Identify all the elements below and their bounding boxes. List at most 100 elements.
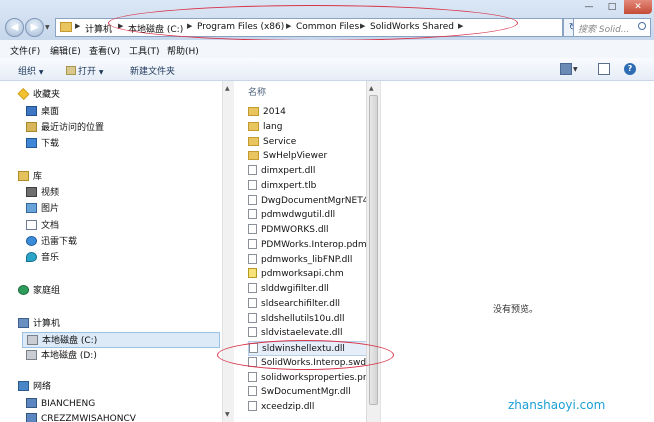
- preview-pane-toggle-icon[interactable]: [598, 63, 610, 75]
- file-highlight-circle: [217, 340, 394, 370]
- file-row[interactable]: xceedzip.dll: [248, 400, 380, 415]
- maximize-button[interactable]: □: [601, 0, 623, 14]
- forward-button[interactable]: ▶: [25, 18, 44, 37]
- folder-row[interactable]: Service: [248, 135, 380, 150]
- nav-item-downloads[interactable]: 下载: [26, 136, 59, 152]
- folder-icon: [248, 136, 259, 146]
- nav-item-videos[interactable]: 视频: [26, 185, 59, 201]
- computer-icon: [18, 318, 29, 328]
- file-name: PDMWorks.Interop.pdmwor: [261, 239, 380, 250]
- hard-disk-icon: [27, 335, 38, 345]
- hard-disk-icon: [26, 350, 37, 360]
- scroll-down-icon[interactable]: ▼: [225, 411, 230, 418]
- file-name: SwHelpViewer: [263, 151, 328, 162]
- nav-item-label: CREZZMWISAHONCV: [41, 414, 136, 422]
- file-icon: [248, 165, 257, 175]
- menu-file[interactable]: 文件(F): [10, 44, 40, 57]
- watermark-text: zhanshaoyi.com: [508, 398, 606, 412]
- nav-item-music[interactable]: 音乐: [26, 250, 59, 266]
- nav-item-label: 迅雷下载: [41, 237, 78, 247]
- menu-view[interactable]: 查看(V): [89, 44, 120, 57]
- file-name: dimxpert.tlb: [261, 180, 317, 191]
- open-button[interactable]: 打开 ▼: [66, 64, 104, 77]
- file-name: DwgDocumentMgrNET4.dll: [261, 195, 380, 206]
- search-placeholder: 搜索 Solid...: [578, 25, 630, 35]
- file-row[interactable]: DwgDocumentMgrNET4.dll: [248, 194, 380, 209]
- column-header-name[interactable]: 名称: [248, 85, 266, 98]
- organize-button[interactable]: 组织 ▼: [18, 64, 44, 77]
- file-row[interactable]: dimxpert.dll: [248, 164, 380, 179]
- file-row[interactable]: pdmworksapi.chm: [248, 267, 380, 282]
- menu-help[interactable]: 帮助(H): [167, 44, 199, 57]
- nav-item-computer-cr[interactable]: CREZZMWISAHONCV: [26, 412, 136, 422]
- nav-libraries[interactable]: 库: [18, 169, 42, 185]
- address-highlight-circle: [108, 5, 518, 41]
- file-row[interactable]: SwDocumentMgr.dll: [248, 385, 380, 400]
- minimize-button[interactable]: —: [578, 0, 600, 14]
- nav-item-drive-d[interactable]: 本地磁盘 (D:): [26, 348, 97, 364]
- nav-item-documents[interactable]: 文档: [26, 218, 59, 234]
- nav-item-thunder[interactable]: 迅雷下载: [26, 234, 77, 250]
- file-row[interactable]: PDMWORKS.dll: [248, 223, 380, 238]
- file-row[interactable]: slddwgifilter.dll: [248, 282, 380, 297]
- file-row[interactable]: sldshellutils10u.dll: [248, 312, 380, 327]
- star-icon: [17, 88, 30, 100]
- video-icon: [26, 187, 37, 197]
- chevron-down-icon[interactable]: ▼: [573, 66, 578, 73]
- folder-icon: [248, 151, 259, 161]
- file-list: 名称 2014 lang Service SwHelpViewer dimxpert.d…: [235, 81, 380, 422]
- nav-item-drive-c[interactable]: 本地磁盘 (C:): [22, 332, 220, 348]
- file-icon: [248, 209, 257, 220]
- thunder-download-icon: [26, 236, 37, 246]
- scroll-up-icon[interactable]: ▲: [225, 85, 230, 92]
- file-scrollbar[interactable]: ▲: [366, 81, 380, 422]
- folder-row[interactable]: SwHelpViewer: [248, 149, 380, 164]
- nav-item-recent[interactable]: 最近访问的位置: [26, 120, 104, 136]
- search-icon[interactable]: [638, 22, 646, 30]
- nav-item-desktop[interactable]: 桌面: [26, 104, 59, 120]
- menu-tools[interactable]: 工具(T): [129, 44, 160, 57]
- scroll-up-icon[interactable]: ▲: [369, 85, 374, 92]
- nav-homegroup-label: 家庭组: [33, 286, 61, 296]
- file-icon: [248, 194, 257, 205]
- folder-icon: [248, 107, 259, 116]
- file-row[interactable]: sldsearchifilter.dll: [248, 297, 380, 312]
- file-row[interactable]: pdmworks_libFNP.dll: [248, 253, 380, 268]
- nav-item-computer-bi[interactable]: BIANCHENG: [26, 396, 95, 412]
- file-icon: [248, 224, 257, 234]
- menu-edit[interactable]: 编辑(E): [50, 44, 81, 57]
- recent-pages-chevron-icon[interactable]: ▼: [45, 24, 50, 31]
- arrow-left-icon: ◀: [10, 22, 19, 33]
- open-label: 打开: [78, 67, 97, 77]
- nav-item-label: 图片: [41, 204, 60, 214]
- file-row[interactable]: solidworksproperties.propd: [248, 371, 380, 386]
- folder-row[interactable]: 2014: [248, 105, 380, 120]
- file-name: pdmworksapi.chm: [261, 269, 344, 280]
- file-name: xceedzip.dll: [261, 402, 315, 412]
- file-name: solidworksproperties.propd: [261, 372, 380, 383]
- file-name: Service: [263, 136, 297, 147]
- new-folder-button[interactable]: 新建文件夹: [130, 64, 175, 77]
- file-name: dimxpert.dll: [261, 166, 316, 176]
- close-button[interactable]: ✕: [624, 0, 652, 14]
- file-row[interactable]: PDMWorks.Interop.pdmwor: [248, 238, 380, 253]
- file-row[interactable]: dimxpert.tlb: [248, 179, 380, 194]
- file-row[interactable]: sldvistaelevate.dll: [248, 326, 380, 341]
- back-button[interactable]: ◀: [5, 18, 24, 37]
- file-row[interactable]: pdmwdwgutil.dll: [248, 208, 380, 223]
- nav-item-label: 视频: [41, 188, 60, 198]
- folder-row[interactable]: lang: [248, 120, 380, 135]
- nav-item-label: 本地磁盘 (D:): [41, 351, 97, 361]
- desktop-icon: [26, 106, 37, 116]
- breadcrumb-separator-icon[interactable]: ▶: [75, 22, 80, 30]
- search-input[interactable]: 搜索 Solid...: [573, 18, 651, 37]
- file-name: 2014: [263, 107, 286, 117]
- nav-computer[interactable]: 计算机: [18, 316, 60, 332]
- view-options-icon[interactable]: [560, 63, 572, 75]
- nav-scrollbar[interactable]: ▲ ▼: [222, 81, 234, 422]
- nav-homegroup[interactable]: 家庭组: [18, 283, 60, 299]
- nav-favorites[interactable]: 收藏夹: [17, 87, 60, 103]
- nav-network[interactable]: 网络: [18, 379, 51, 395]
- nav-item-pictures[interactable]: 图片: [26, 201, 59, 217]
- help-icon[interactable]: ?: [624, 63, 636, 75]
